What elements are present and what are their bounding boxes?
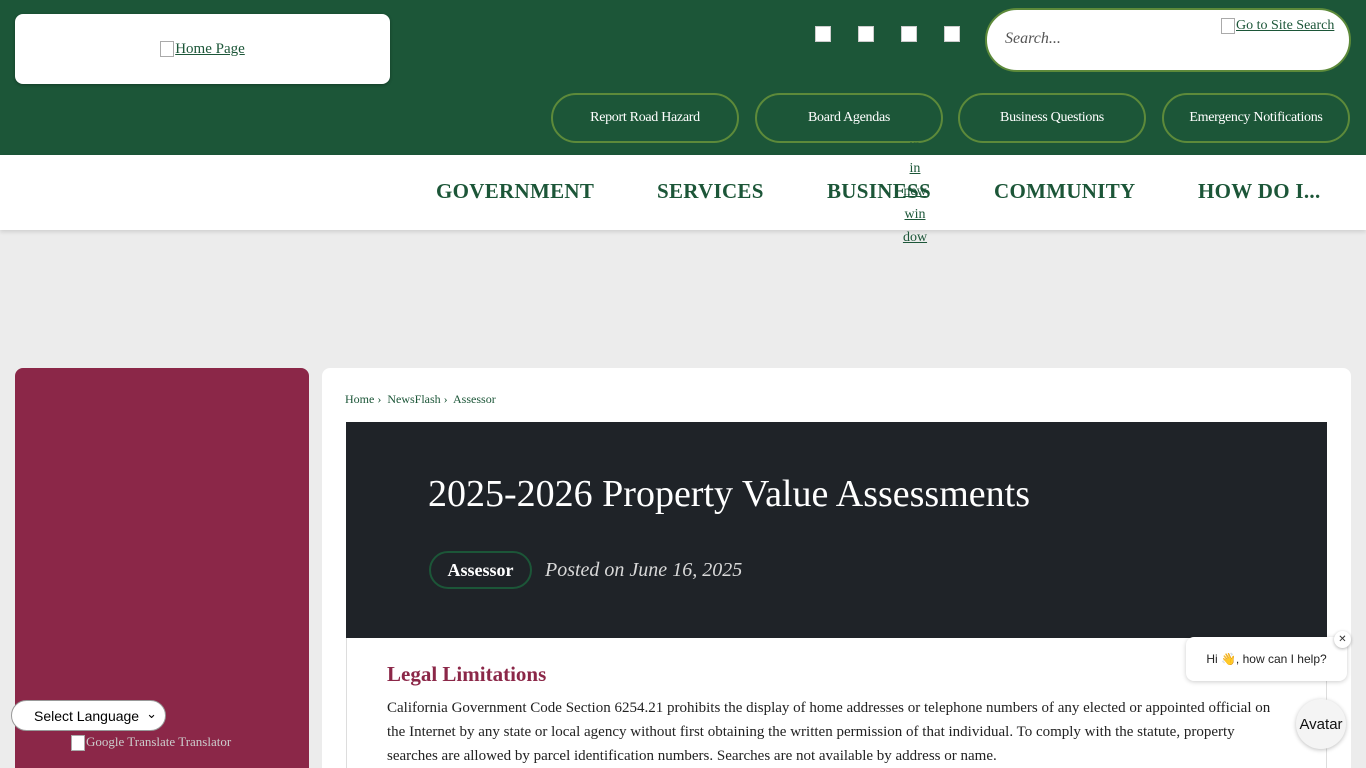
- google-translate-logo: Google Translate Translator: [71, 734, 231, 752]
- google-translate-icon: [71, 735, 85, 752]
- logo-image-icon: [160, 41, 175, 58]
- quick-link-business-questions[interactable]: Business Questions: [958, 93, 1146, 143]
- section-heading: Legal Limitations: [387, 662, 547, 686]
- chevron-down-icon: ⌄: [146, 706, 157, 721]
- article-title: 2025-2026 Property Value Assessments: [428, 473, 1030, 515]
- facebook-icon[interactable]: [815, 26, 831, 42]
- search-icon: [1221, 18, 1235, 34]
- nav-community[interactable]: COMMUNITY: [994, 179, 1136, 204]
- nav-government[interactable]: GOVERNMENT: [436, 179, 594, 204]
- quick-link-emergency-notifications[interactable]: Emergency Notifications: [1162, 93, 1350, 143]
- home-logo-link[interactable]: Home Page: [160, 41, 245, 58]
- site-search: Go to Site Search: [985, 8, 1351, 72]
- breadcrumb-assessor[interactable]: Assessor: [453, 392, 496, 406]
- nav-services[interactable]: SERVICES: [657, 179, 764, 204]
- category-badge[interactable]: Assessor: [429, 551, 532, 589]
- breadcrumb-newsflash[interactable]: NewsFlash: [387, 392, 440, 406]
- breadcrumb-home[interactable]: Home: [345, 392, 374, 406]
- quick-link-report-road-hazard[interactable]: Report Road Hazard: [551, 93, 739, 143]
- quick-link-board-agendas[interactable]: Board Agendas: [755, 93, 943, 143]
- opens-new-window-note[interactable]: in in new win dow: [900, 142, 930, 249]
- article-paragraph: California Government Code Section 6254.…: [387, 700, 1271, 764]
- chat-greeting-bubble[interactable]: Hi 👋, how can I help?: [1186, 637, 1347, 681]
- posted-date: Posted on June 16, 2025: [545, 559, 743, 581]
- nav-how-do-i[interactable]: HOW DO I...: [1198, 179, 1321, 204]
- youtube-icon[interactable]: [944, 26, 960, 42]
- search-button[interactable]: Go to Site Search: [1221, 18, 1334, 34]
- search-input[interactable]: [1005, 30, 1205, 48]
- chat-avatar-button[interactable]: Avatar: [1296, 699, 1346, 749]
- logo-container[interactable]: Home Page: [15, 14, 390, 84]
- language-select[interactable]: Select Language ⌄: [11, 700, 166, 731]
- article-hero: [346, 422, 1327, 638]
- instagram-icon[interactable]: [901, 26, 917, 42]
- breadcrumb: Home › NewsFlash › Assessor: [345, 392, 496, 406]
- twitter-icon[interactable]: [858, 26, 874, 42]
- main-nav: GOVERNMENT SERVICES BUSINESS COMMUNITY H…: [0, 155, 1366, 230]
- close-icon[interactable]: ✕: [1334, 631, 1351, 648]
